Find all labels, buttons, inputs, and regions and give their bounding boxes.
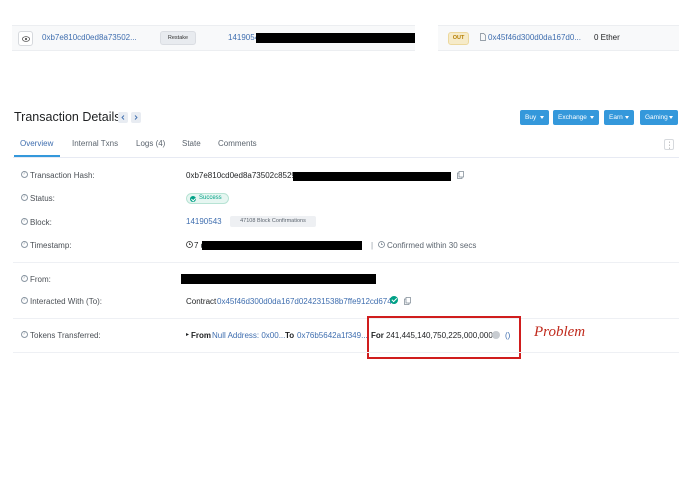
page-title: Transaction Details — [14, 110, 121, 124]
tokens-to-label: To — [285, 331, 295, 340]
exchange-label: Exchange — [558, 114, 587, 121]
block-label: Block: — [30, 218, 52, 227]
tokens-from-label: From — [191, 331, 211, 340]
redacted-bar — [293, 172, 451, 181]
clock-icon — [378, 241, 385, 248]
gaming-label: Gaming — [645, 114, 668, 121]
help-icon[interactable] — [21, 218, 28, 225]
more-options-button[interactable]: · · · — [664, 139, 674, 152]
section-divider — [13, 262, 679, 263]
method-badge: Restake — [160, 31, 196, 45]
confirmed-within: Confirmed within 30 secs — [387, 241, 477, 250]
redacted-bar — [256, 33, 415, 43]
timestamp-label: Timestamp: — [30, 241, 72, 250]
tab-comments[interactable]: Comments — [218, 139, 257, 148]
verified-check-icon — [390, 296, 398, 304]
copy-icon[interactable] — [404, 297, 411, 305]
earn-label: Earn — [609, 114, 623, 121]
pipe-separator: | — [371, 241, 374, 250]
section-divider — [13, 352, 679, 353]
status-badge: Success — [186, 193, 229, 204]
tokens-label: Tokens Transferred: — [30, 331, 101, 340]
tab-logs[interactable]: Logs (4) — [136, 139, 165, 148]
null-address-link[interactable]: Null Address: 0x00... — [212, 331, 285, 340]
help-icon[interactable] — [21, 297, 28, 304]
block-number-link[interactable]: 14190543 — [186, 217, 222, 226]
from-label: From: — [30, 275, 51, 284]
tabs-divider — [13, 157, 679, 158]
file-icon — [480, 33, 486, 41]
ether-amount: 0 Ether — [594, 33, 620, 42]
status-label: Status: — [30, 194, 55, 203]
problem-annotation: Problem — [534, 324, 586, 340]
contract-address-link[interactable]: 0x45f46d300d0da167d024231538b7ffe912cd67… — [217, 297, 396, 306]
help-icon[interactable] — [21, 241, 28, 248]
redacted-bar — [181, 274, 376, 284]
caret-down-icon — [590, 116, 594, 119]
tx-hash-link[interactable]: 0xb7e810cd0ed8a73502... — [42, 33, 137, 42]
tab-state[interactable]: State — [182, 139, 201, 148]
to-address-link[interactable]: 0x45f46d300d0da167d0... — [488, 33, 581, 42]
more-vertical-icon: · · · — [668, 139, 671, 152]
help-icon[interactable] — [21, 171, 28, 178]
buy-label: Buy — [525, 114, 537, 121]
caret-down-icon — [625, 116, 629, 119]
tx-hash-value: 0xb7e810cd0ed8a73502c85299 — [186, 171, 301, 180]
exchange-dropdown[interactable]: Exchange — [553, 110, 599, 125]
transfer-row: OUT 0x45f46d300d0da167d0... 0 Ether — [438, 25, 679, 51]
recipient-address-link[interactable]: 0x76b5642a1f349... — [297, 331, 368, 340]
caret-down-icon — [540, 116, 544, 119]
gaming-dropdown[interactable]: Gaming — [640, 110, 678, 125]
prev-tx-button[interactable] — [118, 112, 128, 123]
out-badge: OUT — [448, 32, 469, 45]
tx-hash-label: Transaction Hash: — [30, 171, 95, 180]
caret-down-icon — [669, 116, 673, 119]
contract-prefix: Contract — [186, 297, 217, 306]
buy-dropdown[interactable]: Buy — [520, 110, 549, 125]
eye-icon[interactable] — [18, 31, 33, 46]
chevron-left-icon — [121, 115, 125, 120]
help-icon[interactable] — [21, 194, 28, 201]
copy-icon[interactable] — [457, 171, 464, 179]
help-icon[interactable] — [21, 275, 28, 282]
interacted-label: Interacted With (To): — [30, 297, 103, 306]
block-confirmations-badge: 47108 Block Confirmations — [230, 216, 316, 227]
next-tx-button[interactable] — [131, 112, 141, 123]
tab-overview[interactable]: Overview — [20, 139, 53, 148]
bullet-arrow-icon: ▸ — [186, 332, 190, 338]
clock-icon — [186, 241, 193, 248]
chevron-right-icon — [134, 115, 138, 120]
section-divider — [13, 318, 679, 319]
earn-dropdown[interactable]: Earn — [604, 110, 634, 125]
help-icon[interactable] — [21, 331, 28, 338]
tab-internal-txns[interactable]: Internal Txns — [72, 139, 118, 148]
redacted-bar — [202, 241, 362, 250]
